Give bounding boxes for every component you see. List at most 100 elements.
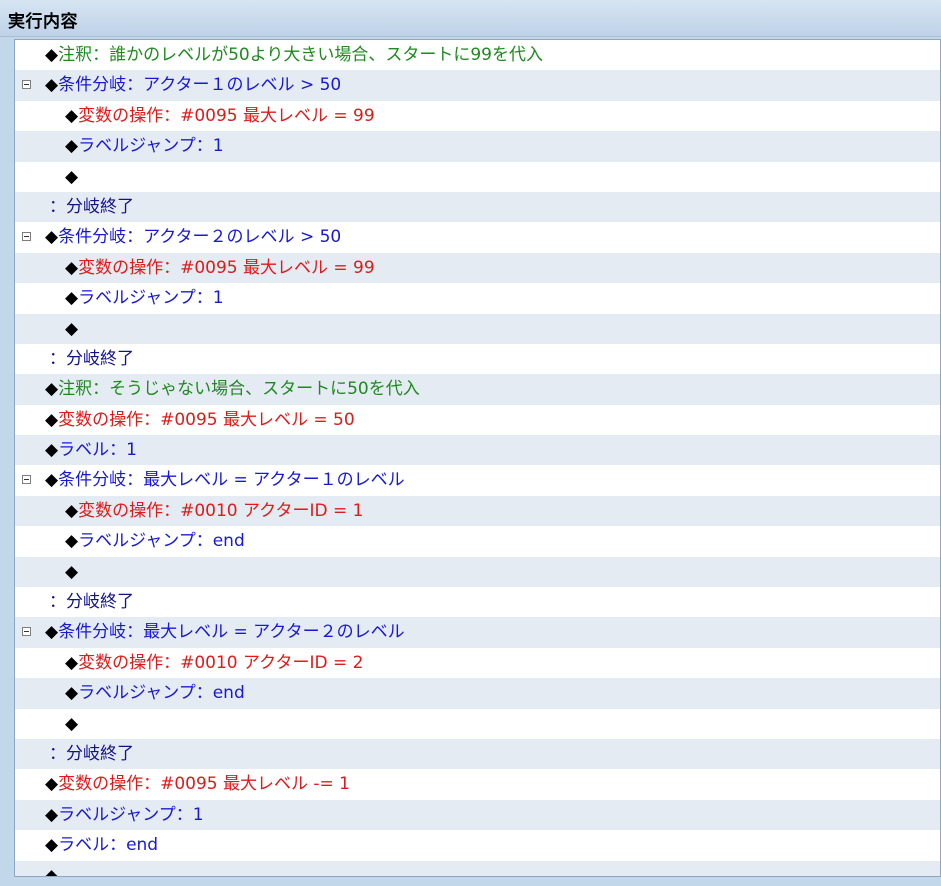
command-content: ◆変数の操作：#0095 最大レベル -= 1 xyxy=(45,769,350,799)
command-content: ◆ xyxy=(65,709,78,739)
command-diamond-icon: ◆ xyxy=(45,865,59,877)
command-text: 変数の操作：#0095 最大レベル = 50 xyxy=(58,409,355,430)
command-diamond-icon: ◆ xyxy=(65,288,79,309)
command-text: ラベルジャンプ：1 xyxy=(58,804,204,825)
command-text: ラベルジャンプ：end xyxy=(78,683,245,704)
command-diamond-icon: ◆ xyxy=(45,227,59,248)
command-text: 変数の操作：#0095 最大レベル = 99 xyxy=(78,257,375,278)
command-row[interactable]: ◆ラベルジャンプ：end xyxy=(15,526,940,556)
command-text: ラベルジャンプ：1 xyxy=(78,136,224,157)
command-text: 条件分岐：アクター１のレベル > 50 xyxy=(58,75,342,96)
command-diamond-icon: ◆ xyxy=(65,531,79,552)
command-content: ◆ラベル：1 xyxy=(45,435,137,465)
command-diamond-icon: ◆ xyxy=(45,774,59,795)
command-content: ◆ラベルジャンプ：end xyxy=(65,678,245,708)
command-diamond-icon: ◆ xyxy=(45,440,59,461)
command-row[interactable]: ：分岐終了 xyxy=(15,191,940,223)
command-row[interactable]: ◆変数の操作：#0095 最大レベル = 99 xyxy=(15,252,940,284)
command-content: ◆ xyxy=(65,314,78,344)
command-text: ラベルジャンプ：end xyxy=(78,531,245,552)
command-text: 変数の操作：#0095 最大レベル = 99 xyxy=(78,105,375,126)
panel-header: 実行内容 xyxy=(0,0,941,37)
command-diamond-icon: ◆ xyxy=(65,136,79,157)
command-content: ：分岐終了 xyxy=(49,344,134,374)
command-text: ラベルジャンプ：1 xyxy=(78,288,224,309)
command-content: ◆ xyxy=(65,162,78,192)
command-row[interactable]: ◆注釈：そうじゃない場合、スタートに50を代入 xyxy=(15,374,940,405)
command-row[interactable]: ：分岐終了 xyxy=(15,587,940,617)
command-row[interactable]: ◆ xyxy=(15,556,940,588)
command-text: ：分岐終了 xyxy=(49,196,134,217)
command-list[interactable]: ◆注釈：誰かのレベルが50より大きい場合、スタートに99を代入 ◆条件分岐：アクタ… xyxy=(14,39,941,877)
event-commands-panel: 実行内容 ◆注釈：誰かのレベルが50より大きい場合、スタートに99を代入 ◆条件分… xyxy=(0,0,941,886)
command-content: ◆注釈：そうじゃない場合、スタートに50を代入 xyxy=(45,374,420,404)
command-row[interactable]: ◆ xyxy=(15,162,940,192)
panel-title: 実行内容 xyxy=(8,12,78,32)
command-diamond-icon: ◆ xyxy=(45,804,59,825)
command-row[interactable]: ：分岐終了 xyxy=(15,738,940,770)
command-diamond-icon: ◆ xyxy=(45,835,59,856)
command-content: ◆変数の操作：#0095 最大レベル = 99 xyxy=(65,253,375,283)
command-text: 条件分岐：最大レベル = アクター２のレベル xyxy=(58,622,405,643)
command-diamond-icon: ◆ xyxy=(45,409,59,430)
command-content: ◆条件分岐：アクター１のレベル > 50 xyxy=(45,70,341,100)
command-row[interactable]: ◆ xyxy=(15,313,940,344)
command-diamond-icon: ◆ xyxy=(45,470,59,491)
command-content: ◆変数の操作：#0010 アクターID = 1 xyxy=(65,496,363,526)
command-content: ◆ xyxy=(45,861,59,877)
collapse-toggle-icon[interactable] xyxy=(22,627,31,637)
command-row[interactable]: ◆ラベルジャンプ：1 xyxy=(15,131,940,162)
command-text: ラベル：end xyxy=(58,835,159,856)
command-content: ◆変数の操作：#0095 最大レベル = 50 xyxy=(45,405,355,435)
command-diamond-icon: ◆ xyxy=(65,257,79,278)
command-text: ：分岐終了 xyxy=(49,592,134,613)
command-content: ：分岐終了 xyxy=(49,739,134,769)
command-diamond-icon: ◆ xyxy=(45,75,59,96)
command-row[interactable]: ◆注釈：誰かのレベルが50より大きい場合、スタートに99を代入 xyxy=(15,40,940,70)
command-text: 変数の操作：#0095 最大レベル -= 1 xyxy=(58,774,350,795)
collapse-toggle-icon[interactable] xyxy=(22,232,31,242)
collapse-toggle-icon[interactable] xyxy=(22,475,31,485)
command-content: ◆変数の操作：#0010 アクターID = 2 xyxy=(65,648,363,678)
collapse-toggle-icon[interactable] xyxy=(22,80,31,90)
command-row[interactable]: ◆条件分岐：最大レベル = アクター２のレベル xyxy=(15,617,940,648)
command-text: 注釈：誰かのレベルが50より大きい場合、スタートに99を代入 xyxy=(58,45,544,65)
command-content: ◆条件分岐：最大レベル = アクター１のレベル xyxy=(45,465,405,495)
command-diamond-icon: ◆ xyxy=(65,683,79,704)
command-row[interactable]: ◆変数の操作：#0095 最大レベル = 99 xyxy=(15,101,940,131)
command-content: ◆条件分岐：最大レベル = アクター２のレベル xyxy=(45,617,405,647)
command-row[interactable]: ◆条件分岐：アクター２のレベル > 50 xyxy=(15,222,940,252)
command-content: ：分岐終了 xyxy=(49,587,134,617)
command-row[interactable]: ◆変数の操作：#0010 アクターID = 2 xyxy=(15,648,940,678)
command-content: ◆変数の操作：#0095 最大レベル = 99 xyxy=(65,101,375,131)
command-text: 注釈：そうじゃない場合、スタートに50を代入 xyxy=(58,379,420,400)
command-content: ◆ラベルジャンプ：1 xyxy=(65,283,224,313)
command-row[interactable]: ：分岐終了 xyxy=(15,344,940,374)
command-row[interactable]: ◆ラベルジャンプ：1 xyxy=(15,283,940,313)
command-row[interactable]: ◆変数の操作：#0095 最大レベル -= 1 xyxy=(15,769,940,799)
command-row[interactable]: ◆変数の操作：#0010 アクターID = 1 xyxy=(15,495,940,527)
command-row[interactable]: ◆ xyxy=(15,709,940,739)
command-row[interactable]: ◆ラベル：end xyxy=(15,830,940,860)
command-content: ◆ラベルジャンプ：1 xyxy=(45,800,204,830)
command-content: ◆ラベル：end xyxy=(45,830,158,860)
command-row[interactable]: ◆条件分岐：最大レベル = アクター１のレベル xyxy=(15,465,940,495)
command-row[interactable]: ◆条件分岐：アクター１のレベル > 50 xyxy=(15,70,940,101)
command-row[interactable]: ◆ xyxy=(15,860,940,877)
command-row[interactable]: ◆ラベルジャンプ：end xyxy=(15,678,940,709)
command-text: ：分岐終了 xyxy=(49,348,134,369)
command-diamond-icon: ◆ xyxy=(65,652,79,673)
command-diamond-icon: ◆ xyxy=(65,500,79,521)
command-content: ◆注釈：誰かのレベルが50より大きい場合、スタートに99を代入 xyxy=(45,40,543,70)
command-row[interactable]: ◆ラベルジャンプ：1 xyxy=(15,799,940,831)
command-diamond-icon: ◆ xyxy=(65,105,79,126)
command-content: ◆ラベルジャンプ：end xyxy=(65,526,245,556)
command-content: ◆条件分岐：アクター２のレベル > 50 xyxy=(45,222,341,252)
command-row[interactable]: ◆変数の操作：#0095 最大レベル = 50 xyxy=(15,405,940,435)
command-diamond-icon: ◆ xyxy=(45,45,59,65)
command-diamond-icon: ◆ xyxy=(65,166,79,187)
command-diamond-icon: ◆ xyxy=(45,622,59,643)
command-diamond-icon: ◆ xyxy=(65,561,79,582)
command-text: 条件分岐：アクター２のレベル > 50 xyxy=(58,227,342,248)
command-row[interactable]: ◆ラベル：1 xyxy=(15,435,940,466)
